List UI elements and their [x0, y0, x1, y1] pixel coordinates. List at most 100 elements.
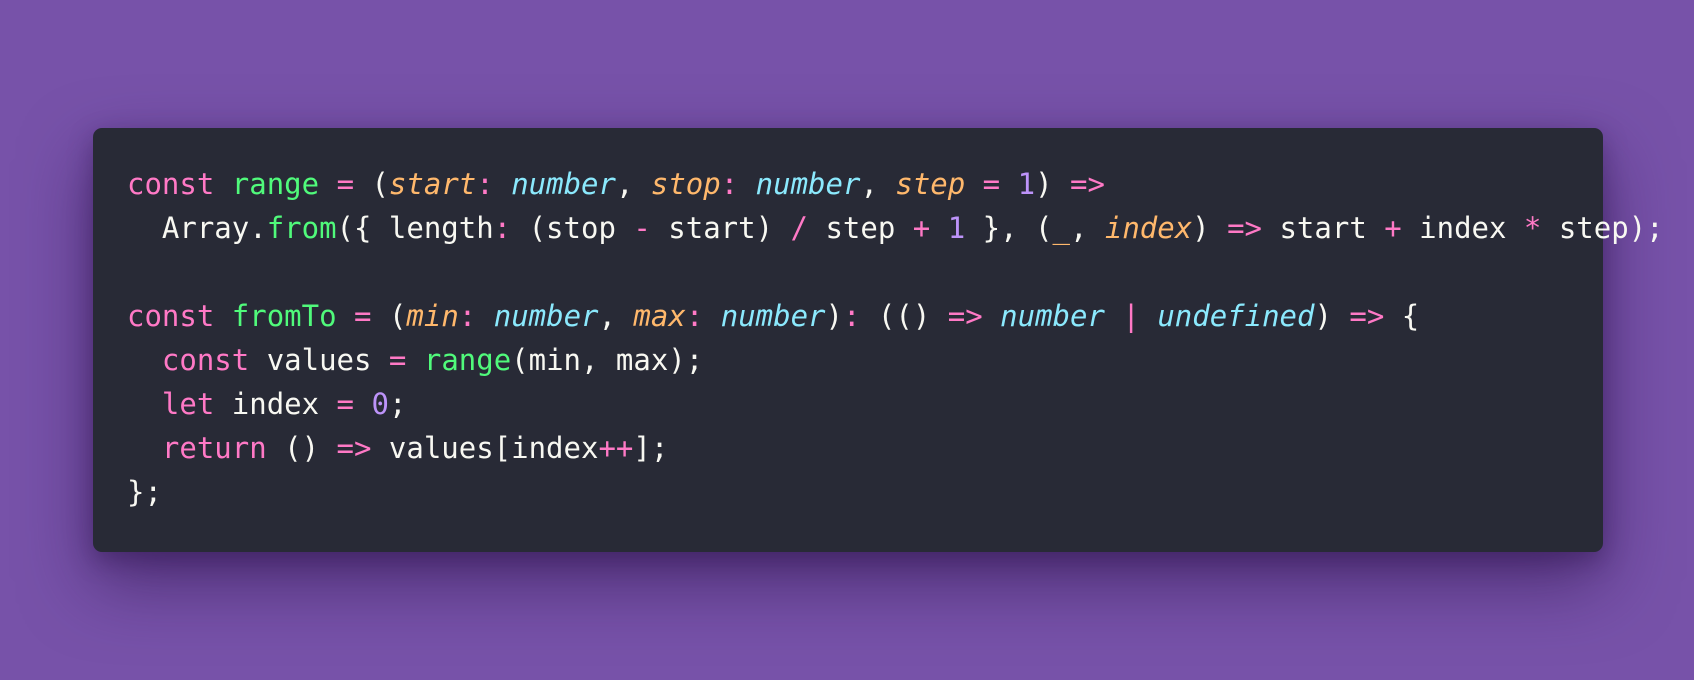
code-line: }; — [127, 470, 1569, 514]
code-token: = — [354, 299, 372, 333]
code-token: ( — [371, 299, 407, 333]
code-token: range — [423, 343, 512, 377]
code-token: ; — [388, 387, 407, 421]
code-token: ) — [825, 299, 843, 333]
code-token: = — [336, 167, 355, 201]
code-token: const — [127, 167, 215, 201]
code-token: max — [633, 299, 686, 333]
code-token: number — [511, 167, 616, 201]
code-token: }, ( — [965, 211, 1053, 245]
code-token: min — [406, 299, 459, 333]
code-token: => — [1070, 167, 1105, 201]
code-token: 1 — [1017, 167, 1036, 201]
code-window: const range = (start: number, stop: numb… — [93, 128, 1664, 552]
code-token: let — [161, 387, 215, 421]
code-token: / — [790, 211, 808, 245]
code-token: number — [720, 299, 826, 333]
code-token: ) — [1035, 167, 1070, 201]
code-token: { — [1384, 299, 1420, 333]
code-token: ) — [1314, 299, 1350, 333]
code-block: const range = (start: number, stop: numb… — [127, 162, 1664, 514]
code-token: number — [493, 299, 599, 333]
code-token: = — [336, 387, 354, 421]
code-token: + — [912, 211, 931, 245]
code-token: range — [231, 167, 320, 201]
code-token: return — [161, 431, 267, 465]
code-token: values[index — [371, 431, 599, 465]
code-token: | — [1122, 299, 1140, 333]
code-token: : — [476, 167, 494, 201]
code-token: (stop — [511, 211, 634, 245]
code-token: number — [1000, 299, 1105, 333]
code-token: , — [615, 167, 651, 201]
code-token: undefined — [1157, 299, 1315, 333]
code-token: , — [860, 167, 896, 201]
code-token: 0 — [371, 387, 389, 421]
code-token: index — [1104, 211, 1193, 245]
code-token: - — [633, 211, 651, 245]
code-token: : — [493, 211, 512, 245]
code-line: const values = range(min, max); — [127, 338, 1569, 382]
code-line: const fromTo = (min: number, max: number… — [127, 294, 1569, 338]
code-token: 1 — [947, 211, 966, 245]
code-token: ++ — [598, 431, 634, 465]
code-token: = — [982, 167, 1001, 201]
code-token: from — [266, 211, 337, 245]
code-token: ]; — [633, 431, 669, 465]
code-token: => — [336, 431, 372, 465]
code-token: fromTo — [231, 299, 337, 333]
code-token: => — [947, 299, 983, 333]
code-token: step — [807, 211, 913, 245]
code-token: stop — [650, 167, 721, 201]
code-line: let index = 0; — [127, 382, 1569, 426]
code-token: : — [842, 299, 861, 333]
code-token: () — [266, 431, 337, 465]
code-token: ( — [354, 167, 389, 201]
code-line: const range = (start: number, stop: numb… — [127, 162, 1569, 206]
code-line: return () => values[index++]; — [127, 426, 1569, 470]
code-token: start — [1262, 211, 1385, 245]
code-token: = — [388, 343, 407, 377]
code-token: number — [755, 167, 861, 201]
code-token: * — [1523, 211, 1542, 245]
code-token: index — [214, 387, 337, 421]
code-token: step — [895, 167, 966, 201]
code-token: => — [1349, 299, 1385, 333]
code-token: start) — [650, 211, 791, 245]
code-token: , — [1069, 211, 1105, 245]
code-token: step); — [1541, 211, 1664, 245]
code-token: Array. — [127, 211, 267, 245]
code-token: , — [598, 299, 634, 333]
code-token: => — [1227, 211, 1263, 245]
code-token: : — [720, 167, 739, 201]
code-token: + — [1384, 211, 1402, 245]
code-token: index — [1401, 211, 1524, 245]
code-token: ({ length — [336, 211, 494, 245]
code-token: : — [458, 299, 477, 333]
code-token: : — [685, 299, 704, 333]
code-token: }; — [127, 475, 162, 509]
code-token: _ — [1052, 211, 1070, 245]
code-token: ) — [1192, 211, 1228, 245]
code-token: values — [249, 343, 389, 377]
code-token: start — [388, 167, 477, 201]
